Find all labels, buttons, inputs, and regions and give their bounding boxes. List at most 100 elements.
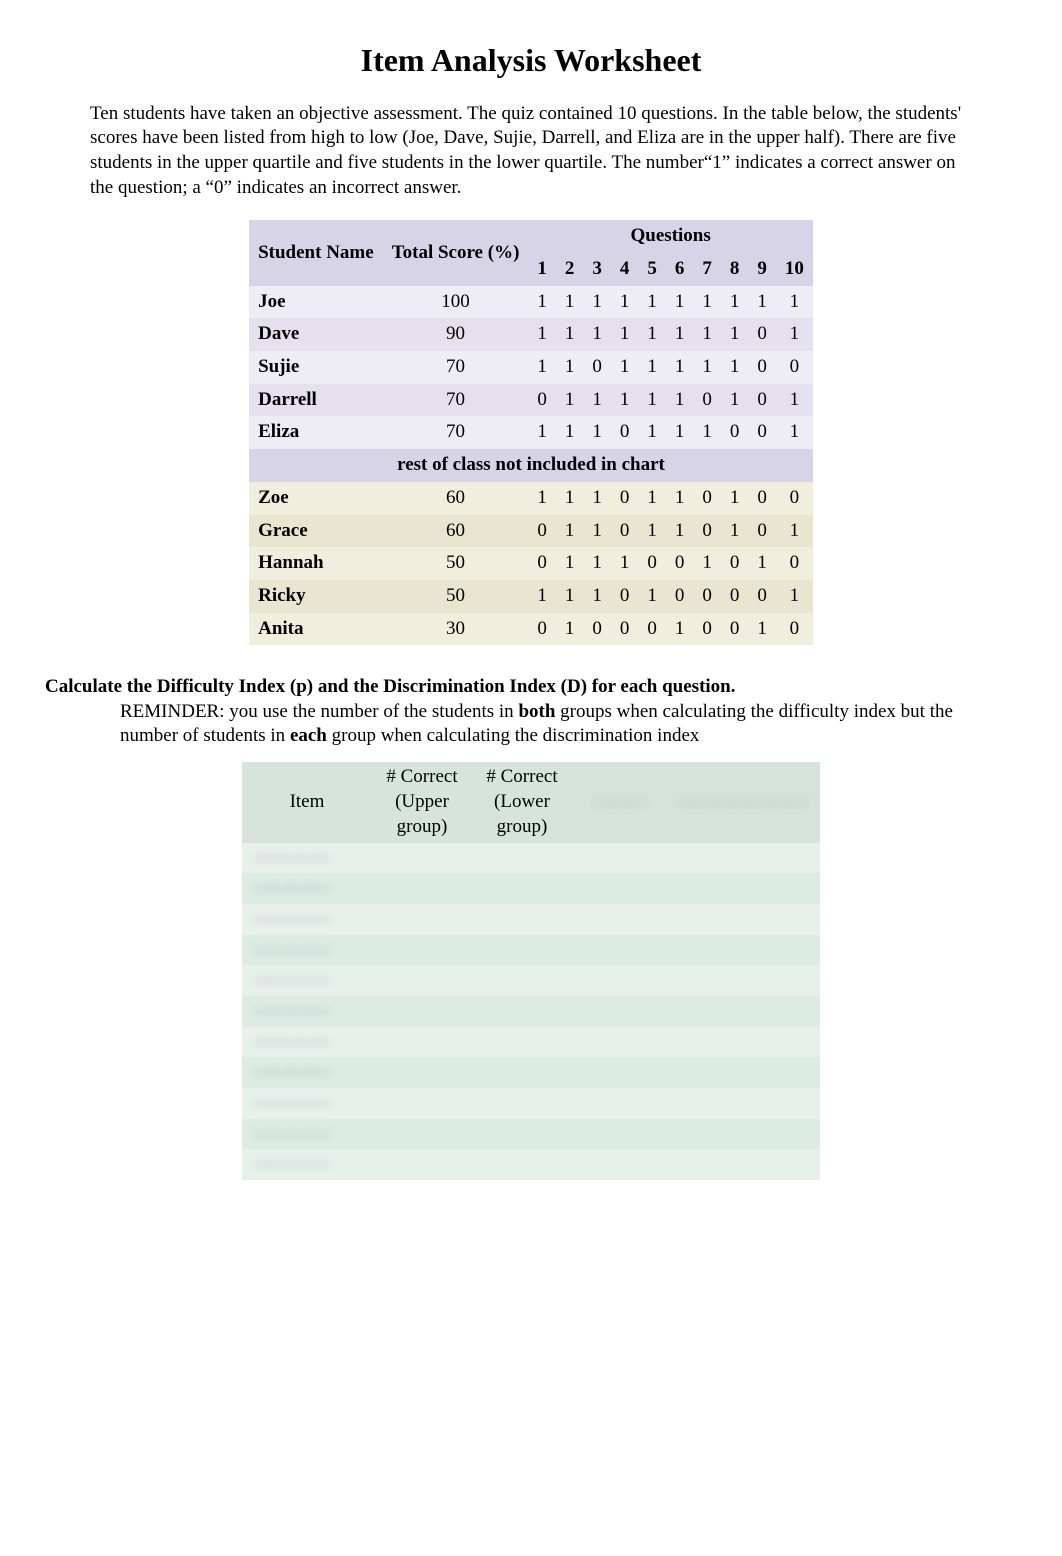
answer-cell: 0 [693,384,721,417]
student-score: 70 [383,351,529,384]
answer-cell: 0 [611,580,639,613]
student-name: Dave [249,318,383,351]
index-cell [472,1119,572,1150]
index-cell [667,965,820,996]
index-cell [667,1088,820,1119]
student-name: Ricky [249,580,383,613]
index-cell [572,843,667,874]
answer-cell: 1 [556,318,584,351]
index-cell: ———— [242,935,372,966]
answer-cell: 0 [748,482,776,515]
answer-cell: 1 [528,482,556,515]
index-cell [372,904,472,935]
student-name: Joe [249,286,383,319]
calculate-heading: Calculate the Difficulty Index (p) and t… [45,675,972,700]
th-difficulty-index: ——— [572,762,667,842]
answer-cell: 0 [748,318,776,351]
answer-cell: 0 [528,547,556,580]
answer-cell: 1 [721,318,749,351]
index-cell [372,843,472,874]
index-cell [667,935,820,966]
answer-cell: 0 [721,547,749,580]
answer-cell: 1 [748,613,776,646]
table-row: Eliza701110111001 [249,416,813,449]
answer-cell: 1 [528,351,556,384]
index-cell [472,843,572,874]
answer-cell: 1 [721,384,749,417]
answer-cell: 1 [776,580,813,613]
answer-cell: 1 [666,613,694,646]
answer-cell: 0 [611,613,639,646]
answer-cell: 1 [776,318,813,351]
answer-cell: 0 [748,351,776,384]
answer-cell: 0 [528,613,556,646]
index-cell [667,996,820,1027]
answer-cell: 1 [693,318,721,351]
index-cell [572,996,667,1027]
th-questions: Questions [528,220,813,253]
index-cell [372,1149,472,1180]
answer-cell: 1 [666,318,694,351]
index-row: ———— [242,843,820,874]
answer-cell: 0 [748,515,776,548]
answer-cell: 1 [556,613,584,646]
answer-cell: 1 [721,482,749,515]
th-q6: 6 [666,253,694,286]
index-cell [572,1057,667,1088]
student-score: 70 [383,384,529,417]
answer-cell: 1 [583,384,611,417]
answer-cell: 1 [611,286,639,319]
index-row: ———— [242,904,820,935]
index-cell [372,1088,472,1119]
index-row: ———— [242,935,820,966]
index-cell: ———— [242,1027,372,1058]
th-correct-lower: # Correct (Lower group) [472,762,572,842]
answer-cell: 1 [611,384,639,417]
answer-cell: 1 [693,416,721,449]
answer-cell: 0 [748,580,776,613]
answer-cell: 1 [556,384,584,417]
answer-cell: 1 [583,416,611,449]
answer-cell: 1 [666,351,694,384]
answer-cell: 0 [721,416,749,449]
answer-cell: 0 [528,384,556,417]
index-cell [472,996,572,1027]
answer-cell: 1 [666,515,694,548]
index-cell [572,935,667,966]
index-cell: ———— [242,904,372,935]
answer-cell: 1 [611,547,639,580]
th-q9: 9 [748,253,776,286]
index-cell [472,965,572,996]
th-q5: 5 [638,253,666,286]
index-row: ———— [242,1088,820,1119]
answer-cell: 0 [721,613,749,646]
th-q4: 4 [611,253,639,286]
student-score: 30 [383,613,529,646]
index-cell [667,1119,820,1150]
th-total-score: Total Score (%) [383,220,529,285]
student-score: 100 [383,286,529,319]
answer-cell: 0 [693,515,721,548]
index-cell [667,873,820,904]
answer-cell: 1 [666,384,694,417]
th-item: Item [242,762,372,842]
answer-cell: 1 [583,515,611,548]
index-cell [372,935,472,966]
table-row: Sujie701101111100 [249,351,813,384]
th-q2: 2 [556,253,584,286]
index-cell: ———— [242,1119,372,1150]
answer-cell: 1 [611,318,639,351]
answer-cell: 1 [693,286,721,319]
th-student-name: Student Name [249,220,383,285]
answer-cell: 1 [556,351,584,384]
answer-cell: 1 [776,416,813,449]
answer-cell: 1 [693,547,721,580]
index-cell [472,935,572,966]
th-correct-upper: # Correct (Upper group) [372,762,472,842]
th-q3: 3 [583,253,611,286]
answer-cell: 1 [638,580,666,613]
answer-cell: 1 [556,286,584,319]
index-table: Item # Correct (Upper group) # Correct (… [242,762,820,1180]
answer-cell: 0 [611,482,639,515]
index-row: ———— [242,1149,820,1180]
